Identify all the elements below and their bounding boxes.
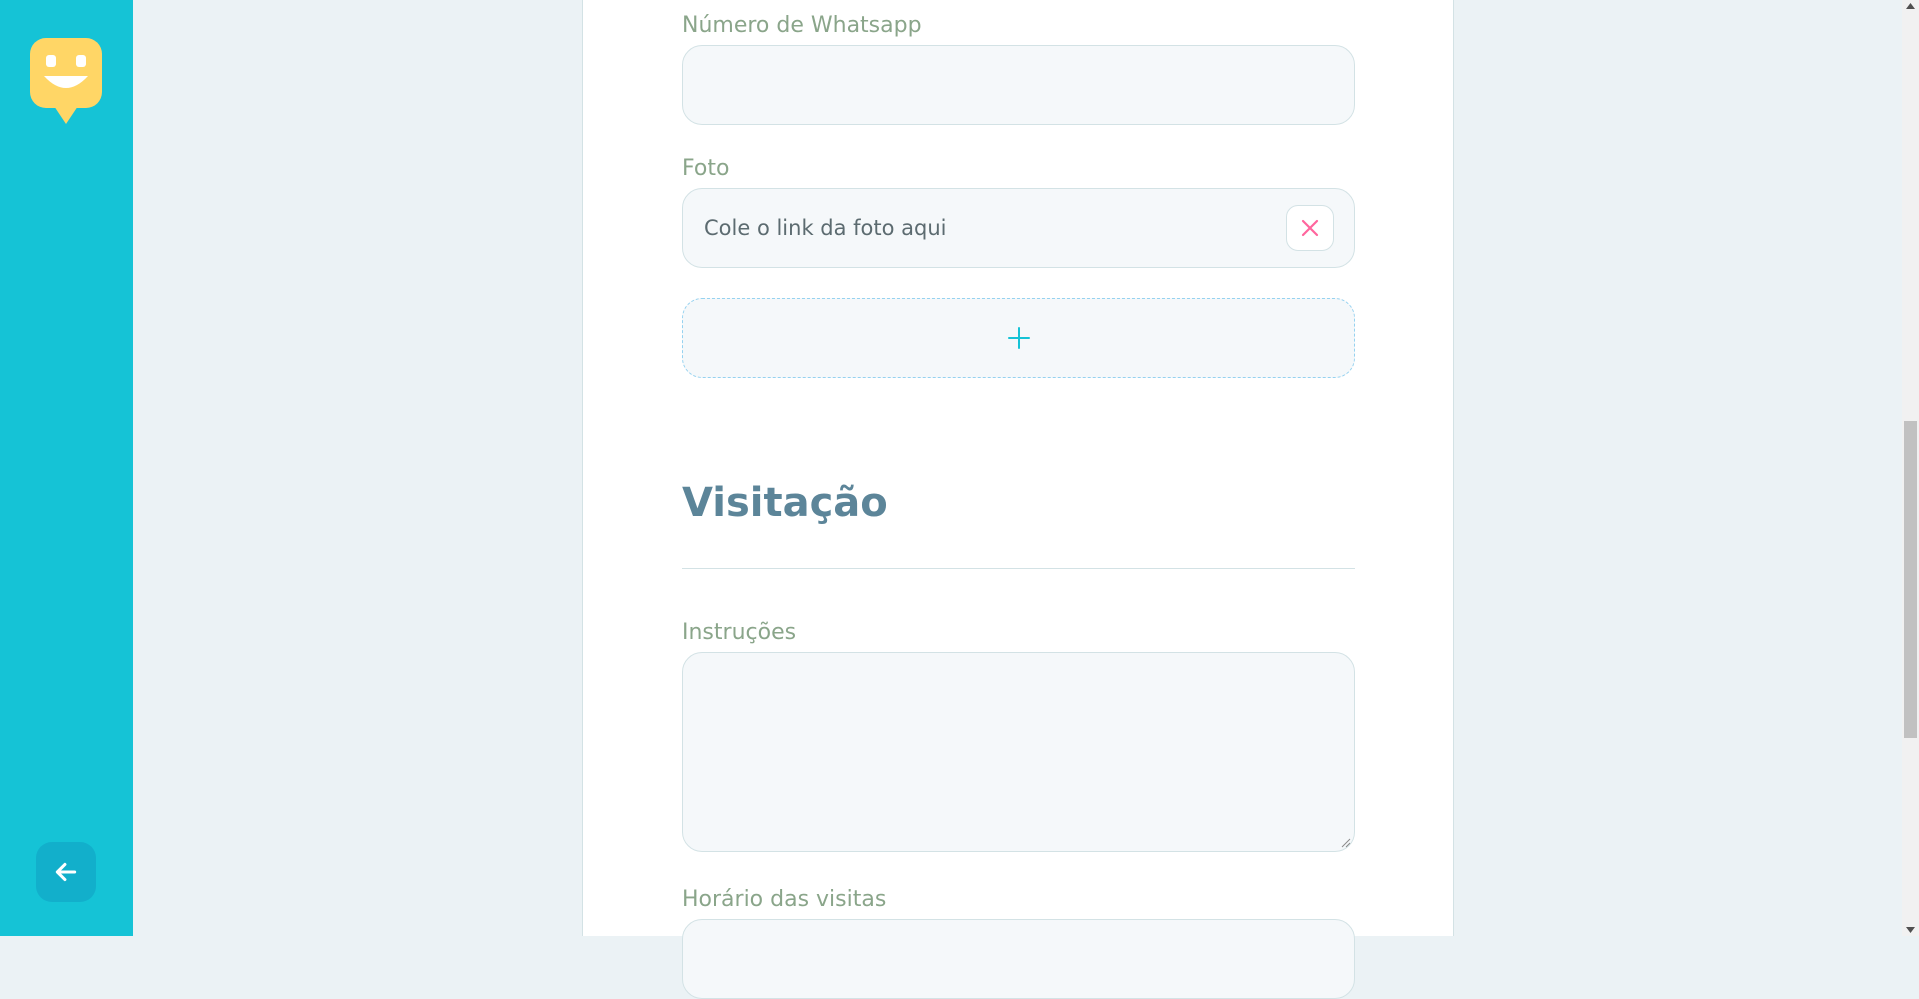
form-panel: Número de Whatsapp Foto Cole o link da f…: [582, 0, 1454, 999]
section-divider: [682, 568, 1355, 569]
photo-label: Foto: [682, 156, 730, 181]
scrollbar-thumb[interactable]: [1904, 421, 1917, 738]
remove-photo-button[interactable]: [1286, 205, 1334, 251]
add-photo-button[interactable]: [682, 298, 1355, 378]
close-icon: [1301, 219, 1319, 237]
visit-hours-label: Horário das visitas: [682, 887, 887, 912]
resize-handle-icon[interactable]: [1341, 838, 1351, 848]
plus-icon: [1007, 327, 1030, 349]
whatsapp-label: Número de Whatsapp: [682, 13, 922, 38]
sidebar: [0, 0, 133, 936]
happy-face-logo-icon[interactable]: [30, 38, 102, 124]
back-button[interactable]: [36, 842, 96, 902]
arrow-left-icon: [55, 862, 77, 882]
instructions-label: Instruções: [682, 620, 797, 645]
page-scrollbar[interactable]: [1902, 0, 1919, 936]
scroll-up-icon[interactable]: [1906, 3, 1915, 9]
instructions-textarea[interactable]: [682, 652, 1355, 852]
scroll-down-icon[interactable]: [1906, 927, 1915, 933]
photo-url-input[interactable]: Cole o link da foto aqui: [682, 188, 1355, 268]
visit-hours-input[interactable]: [682, 919, 1355, 999]
section-title-visitation: Visitação: [682, 480, 888, 526]
whatsapp-input[interactable]: [682, 45, 1355, 125]
photo-url-placeholder: Cole o link da foto aqui: [704, 216, 947, 240]
